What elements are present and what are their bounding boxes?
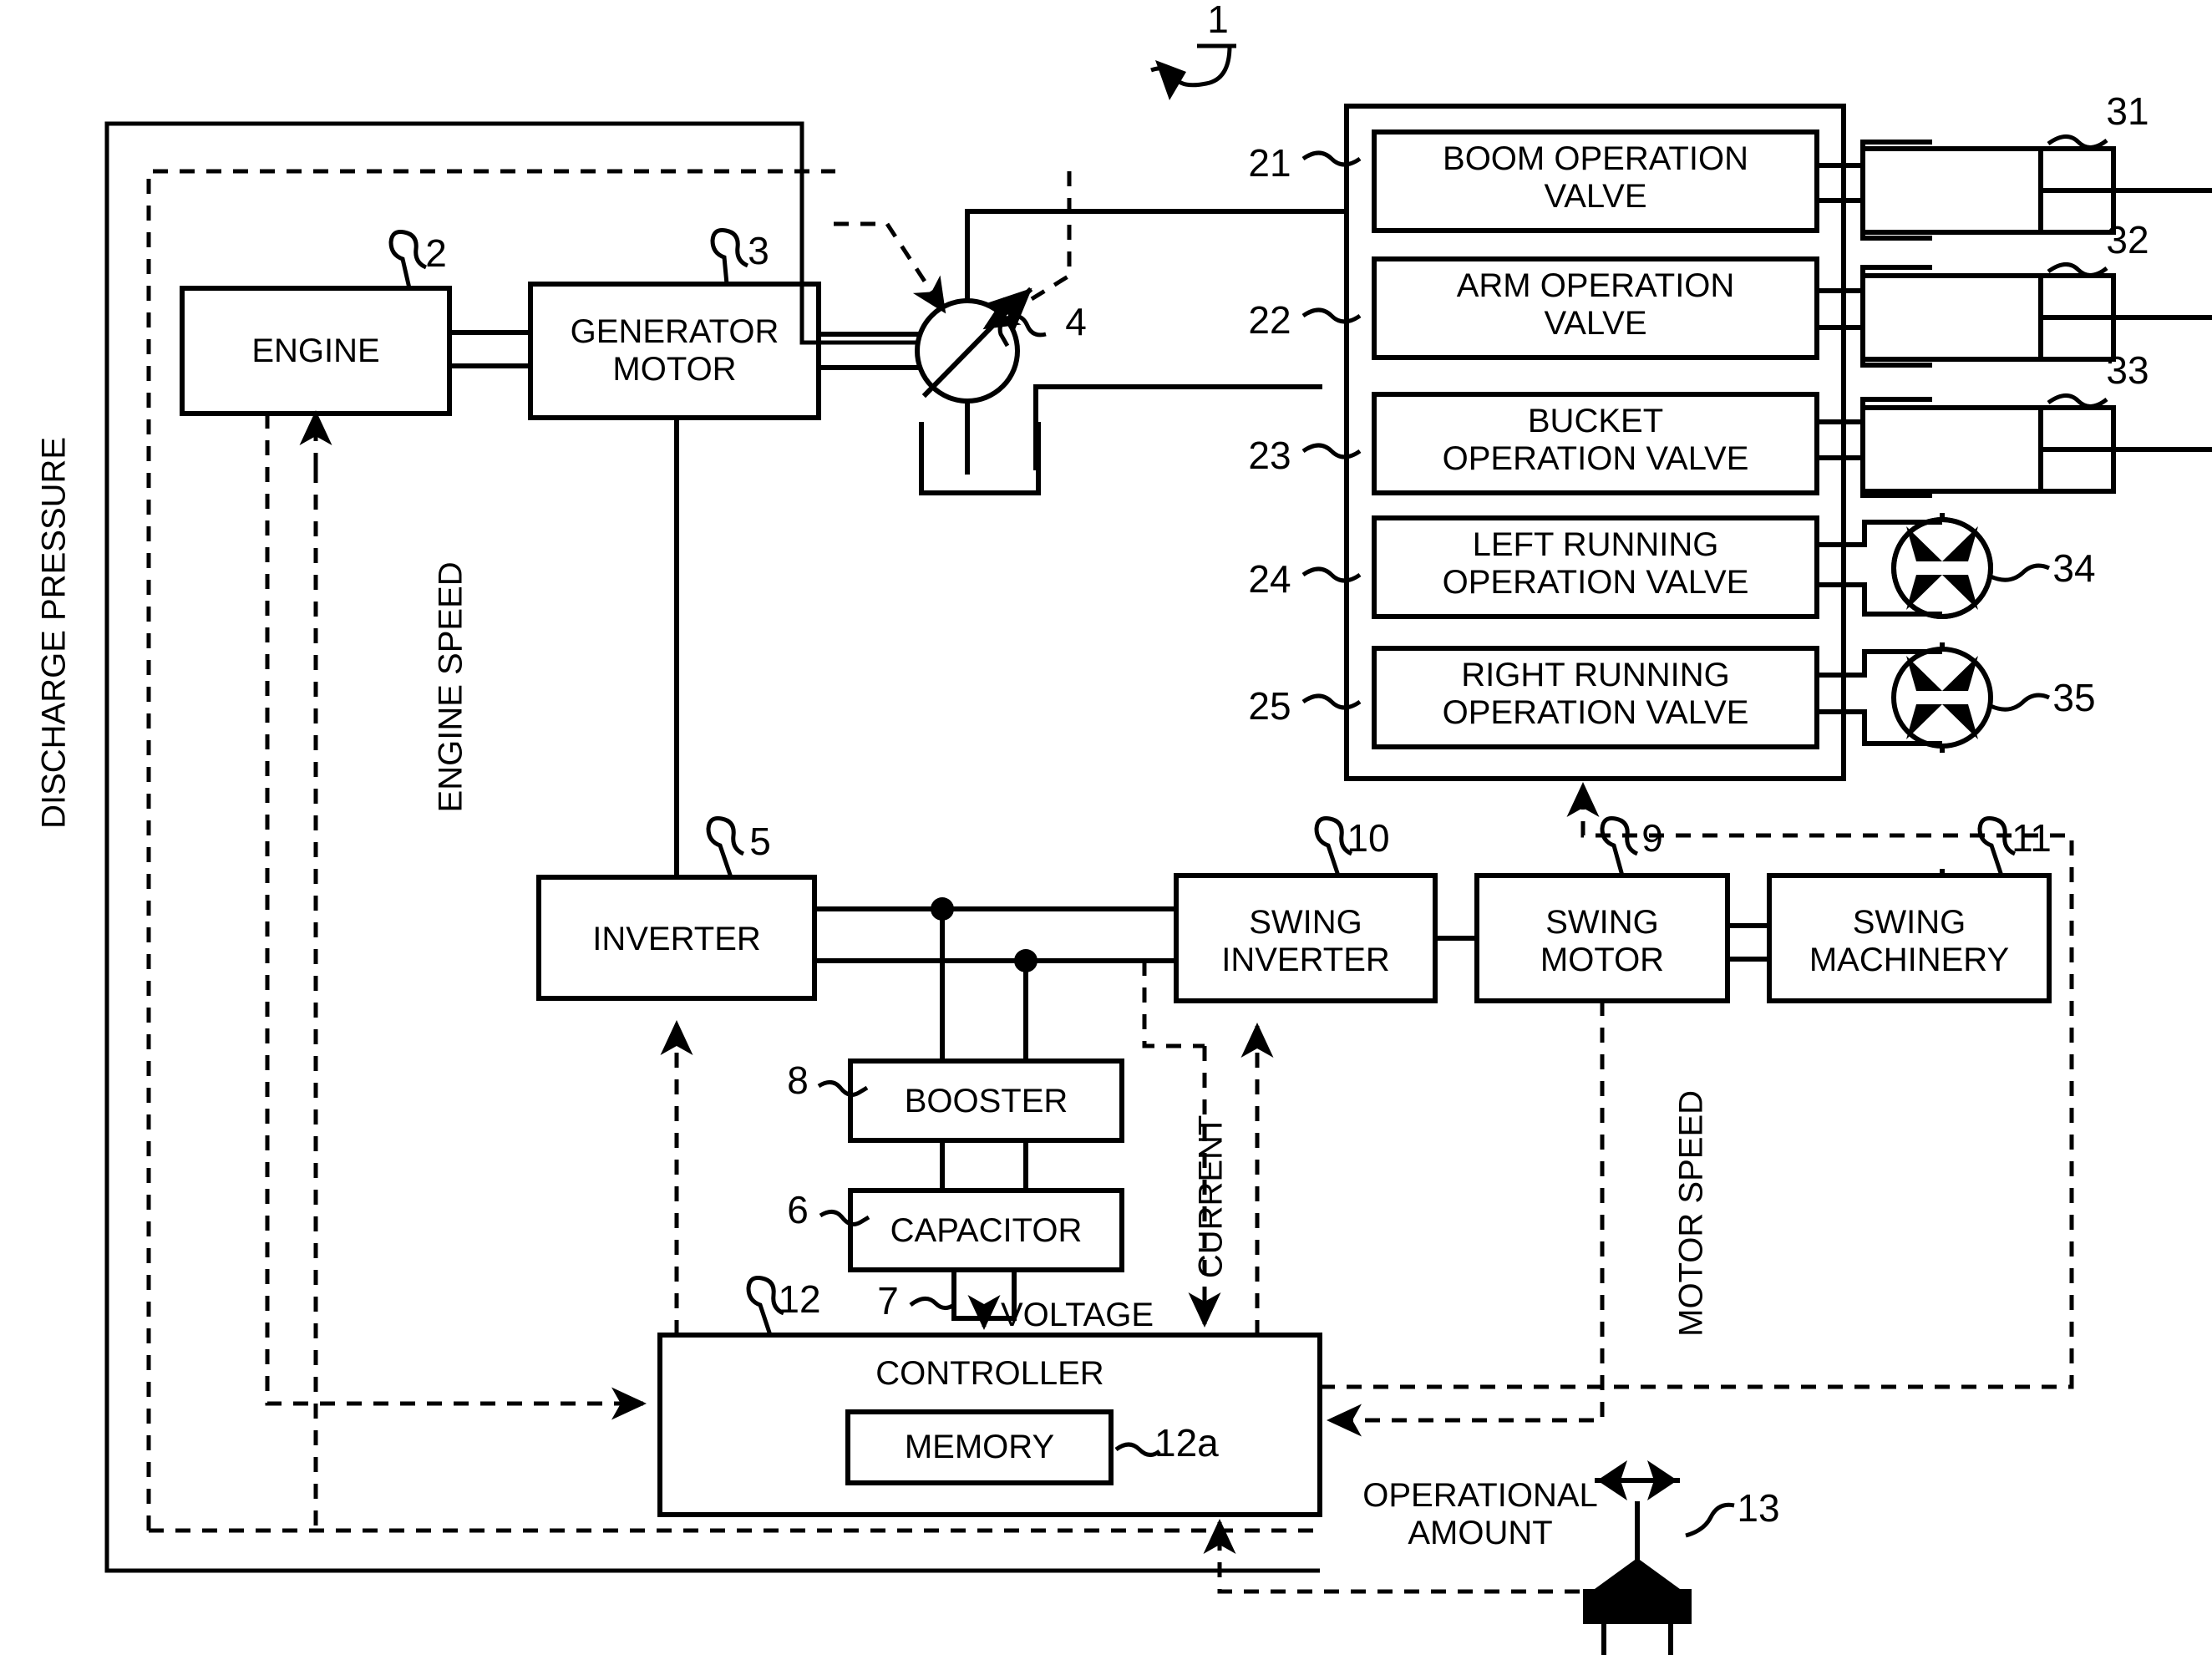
valve-box-24	[1372, 515, 1819, 619]
leader-ref-22	[1301, 307, 1362, 324]
lever-base	[1601, 1619, 1673, 1655]
swing-motor-machinery-shaft	[1725, 923, 1772, 962]
leader-ref-2	[388, 230, 428, 289]
leader-ref-21	[1301, 150, 1362, 167]
reference-leaders	[388, 43, 2108, 1538]
booster-capacitor-link	[940, 1138, 1028, 1193]
valve-box-22	[1372, 256, 1819, 360]
motor-35-circle	[1891, 647, 1993, 749]
engine-box	[180, 286, 452, 416]
booster-box	[848, 1058, 1124, 1143]
solid-lines-layer	[180, 104, 2212, 1655]
signal-discharge-pressure	[104, 121, 1320, 1573]
signal-pump-control-a	[835, 171, 1069, 333]
leader-ref-11	[1977, 816, 2017, 876]
swing-machinery-box	[1767, 873, 2052, 1003]
line-valve21-cyl-a	[1814, 140, 1932, 168]
inverter-box	[536, 875, 817, 1001]
leader-ref-12	[746, 1276, 785, 1336]
signal-pump-control	[982, 171, 1072, 330]
tank-symbol	[919, 422, 1041, 495]
leader-ref-12a	[1114, 1442, 1161, 1457]
leader-ref-35	[1989, 693, 2051, 712]
leader-ref-5	[706, 816, 745, 878]
signal-generator-to-pump	[834, 221, 946, 314]
leader-ref-34	[1989, 563, 2051, 582]
swing-inverter-box	[1174, 873, 1438, 1003]
valve-block-outer	[1344, 104, 1846, 781]
capacitor-box	[848, 1188, 1124, 1272]
leader-ref-10	[1314, 816, 1353, 876]
motor-arrow-glyphs	[1906, 526, 1978, 739]
leader-ref-3	[710, 228, 749, 285]
controller-box	[657, 1333, 1322, 1517]
valve-box-25	[1372, 646, 1819, 749]
generator-motor-box	[528, 282, 821, 420]
signal-engine-speed	[265, 414, 647, 1420]
leader-ref-7	[909, 1297, 956, 1310]
leader-ref-31	[2047, 135, 2108, 150]
patent-figure: 1 ENGINE 2 GENERATOR MOTOR 3 4 BOOM OPER…	[0, 0, 2212, 1655]
memory-box	[845, 1409, 1114, 1485]
dashed-signal-layer	[104, 121, 2074, 1622]
signal-discharge-pressure-dash	[104, 121, 1320, 1573]
valve-box-23	[1372, 392, 1819, 495]
valve-box-21	[1372, 129, 1819, 233]
return-line-to-valves	[1033, 384, 1322, 470]
engine-gen-shaft	[447, 330, 533, 368]
leader-ref-8	[817, 1080, 869, 1097]
leader-ref-25	[1301, 693, 1362, 710]
leader-ref-23	[1301, 443, 1362, 459]
diagram-canvas	[104, 43, 2212, 1655]
leader-ref-13	[1685, 1502, 1735, 1538]
swing-motor-box	[1474, 873, 1730, 1003]
signal-motor-speed	[1326, 1001, 1605, 1437]
line-valve23-cyl-a	[1814, 397, 1932, 424]
leader-ref-24	[1301, 566, 1362, 583]
line-valve22-cyl-a	[1814, 265, 1932, 293]
signal-loop-2	[146, 169, 1320, 1533]
leader-ref-6	[819, 1210, 870, 1226]
voltage-sensor-box	[951, 1267, 1017, 1321]
gen-pump-shaft	[816, 332, 920, 370]
leader-ref-4	[997, 313, 1047, 348]
leader-ref-9	[1600, 816, 1639, 876]
leader-ref-33	[2047, 393, 2108, 409]
